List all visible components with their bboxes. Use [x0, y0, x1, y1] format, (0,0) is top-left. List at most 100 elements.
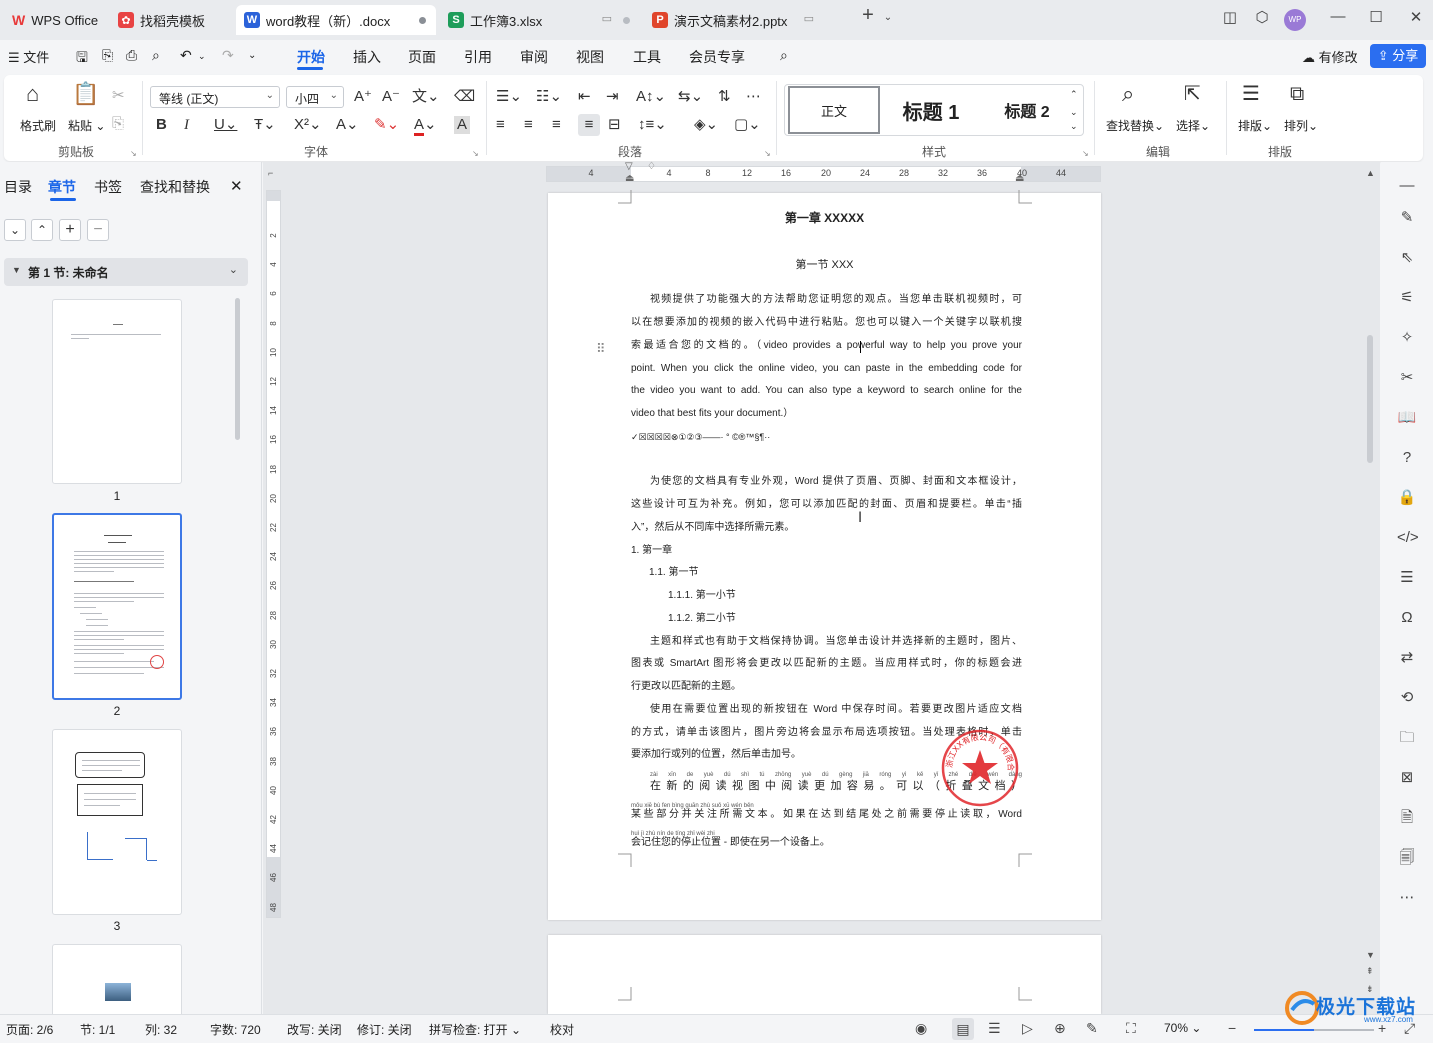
page-thumbnail-4[interactable] [52, 944, 182, 1014]
font-color-icon[interactable]: A⌄ [414, 116, 437, 136]
status-column[interactable]: 列: 32 [145, 1021, 177, 1038]
menu-home[interactable]: 开始 [297, 47, 325, 67]
text-direction-icon[interactable]: A↕⌄ [636, 88, 666, 106]
status-page[interactable]: 页面: 2/6 [6, 1021, 53, 1038]
tab-template[interactable]: ✿ 找稻壳模板 [110, 5, 232, 35]
italic-icon[interactable]: I [184, 116, 189, 134]
search-icon[interactable]: ⌕ [780, 47, 788, 64]
select-button[interactable]: 选择⌄ [1176, 117, 1210, 134]
style-heading-2[interactable]: 标题 2 [984, 86, 1070, 134]
grow-font-icon[interactable]: A⁺ [354, 88, 372, 106]
clear-format-icon[interactable]: ⌫ [454, 88, 475, 106]
more-icon[interactable]: ⋯ [1397, 888, 1417, 908]
text-effect-icon[interactable]: A⌄ [336, 116, 359, 134]
tab-wps-office[interactable]: W WPS Office [4, 5, 104, 35]
style-heading-1[interactable]: 标题 1 [886, 86, 976, 134]
paste-button[interactable]: 粘贴 ⌄ [68, 117, 105, 134]
ruler-corner-icon[interactable]: ⌐ [268, 168, 273, 178]
border-icon[interactable]: ▢⌄ [734, 116, 761, 134]
layout-button[interactable]: 排版⌄ [1238, 117, 1272, 134]
menu-insert[interactable]: 插入 [353, 47, 381, 67]
zoom-out-icon[interactable]: − [1228, 1020, 1236, 1036]
redo-icon[interactable]: ↷ [222, 47, 234, 64]
tab-sections[interactable]: 章节 [48, 177, 76, 197]
doc-check-icon[interactable]: 🗎 [1397, 808, 1417, 828]
zoom-in-icon[interactable]: + [1378, 1020, 1386, 1036]
cut-icon[interactable]: ✂ [112, 87, 125, 105]
tab-toc[interactable]: 目录 [4, 177, 32, 197]
document-page[interactable]: ⠿ 第一章 XXXXX 第一节 XXX 视频提供了功能强大的方法帮助您证明您的观… [548, 190, 1101, 920]
dialog-launcher-icon[interactable]: ↘ [130, 145, 137, 163]
phonetic-guide-icon[interactable]: 文⌄ [412, 88, 440, 106]
zoom-level[interactable]: 70% ⌄ [1164, 1021, 1201, 1035]
decrease-indent-icon[interactable]: ⇤ [578, 88, 591, 106]
first-line-indent-marker-icon[interactable]: ▽ [625, 161, 633, 172]
menu-review[interactable]: 审阅 [520, 47, 548, 67]
document-page-next[interactable] [548, 935, 1101, 1014]
help-icon[interactable]: ? [1397, 448, 1417, 468]
status-track-changes[interactable]: 修订: 关闭 [357, 1021, 412, 1038]
section-header[interactable]: ▼ 第 1 节: 未命名 ⌄ [4, 258, 248, 286]
select-cursor-icon[interactable]: ⇱ [1184, 84, 1201, 104]
bold-icon[interactable]: B [156, 116, 167, 134]
eye-icon[interactable]: ◉ [915, 1020, 927, 1037]
style-scroll-up-icon[interactable]: ⌃ [1070, 85, 1078, 103]
status-word-count[interactable]: 字数: 720 [210, 1021, 261, 1038]
tab-xlsx[interactable]: S 工作簿3.xlsx ▭ [440, 5, 640, 35]
numbered-list-icon[interactable]: ☷⌄ [536, 88, 562, 106]
font-name-select[interactable]: 等线 (正文) ⌄ [150, 86, 280, 108]
dialog-launcher-icon[interactable]: ↘ [1082, 145, 1089, 163]
minimize-icon[interactable]: — [1326, 8, 1350, 25]
dialog-launcher-icon[interactable]: ↘ [472, 145, 479, 163]
remove-section-icon[interactable]: − [87, 219, 109, 241]
layout-icon[interactable]: ◫ [1218, 8, 1242, 26]
drag-handle-icon[interactable]: ⠿ [596, 341, 606, 357]
arrange-button[interactable]: 排列⌄ [1284, 117, 1318, 134]
table-x-icon[interactable]: ⊠ [1397, 768, 1417, 788]
right-indent-marker-icon[interactable]: ⏏ [1015, 173, 1024, 184]
page-thumbnail-2[interactable] [52, 513, 182, 700]
sort-icon[interactable]: ⇆⌄ [678, 88, 703, 106]
translate-icon[interactable]: ⇄ [1397, 648, 1417, 668]
fit-page-icon[interactable]: ⛶ [1126, 1020, 1136, 1037]
menu-member[interactable]: 会员专享 [689, 47, 745, 67]
play-icon[interactable]: ▷ [1022, 1020, 1033, 1037]
ai-icon[interactable]: ✧ [1397, 328, 1417, 348]
chevron-down-icon[interactable]: ⌄ [4, 219, 26, 241]
status-proofread[interactable]: 校对 [550, 1021, 574, 1038]
horizontal-ruler[interactable]: 4 4 8 12 16 20 24 28 32 36 40 44 ▽ ♢ ⏏ ⏏ [546, 161, 1101, 184]
save-icon[interactable]: 🖫 [76, 47, 88, 71]
font-size-select[interactable]: 小四 ⌄ [286, 86, 344, 108]
align-left-icon[interactable]: ≡ [496, 116, 505, 134]
history-icon[interactable]: ⟲ [1397, 688, 1417, 708]
format-painter-button[interactable]: 格式刷 [20, 117, 56, 134]
collapse-icon[interactable]: — [1397, 176, 1417, 196]
scrollbar-thumb[interactable] [1367, 335, 1373, 463]
sliders-icon[interactable]: ⚟ [1397, 288, 1417, 308]
bullet-list-icon[interactable]: ☰⌄ [496, 88, 522, 106]
justify-icon[interactable]: ≡ [578, 114, 600, 136]
tab-find-replace[interactable]: 查找和替换 [140, 177, 210, 197]
arrange-icon[interactable]: ⧉ [1290, 84, 1304, 104]
style-normal[interactable]: 正文 [788, 86, 880, 134]
close-icon[interactable]: ✕ [1404, 8, 1428, 26]
print-preview-icon[interactable]: ⌕ [152, 47, 160, 64]
vertical-ruler[interactable]: 2 4 6 8 10 12 14 16 18 20 22 24 26 28 30 32 34 36 38 40 42 44… [266, 190, 281, 918]
increase-indent-icon[interactable]: ⇥ [606, 88, 619, 106]
scroll-down-icon[interactable]: ▼ [1366, 950, 1375, 960]
scrollbar-thumb[interactable] [235, 298, 240, 440]
superscript-icon[interactable]: X²⌄ [294, 116, 322, 134]
status-spell-check[interactable]: 拼写检查: 打开 ⌄ [429, 1021, 521, 1038]
page-thumbnail-3[interactable] [52, 729, 182, 915]
web-view-icon[interactable]: ⊕ [1054, 1020, 1066, 1037]
more-chevron-icon[interactable]: ⌄ [248, 50, 256, 61]
list-icon[interactable]: ☰ [1397, 568, 1417, 588]
align-center-icon[interactable]: ≡ [524, 116, 533, 134]
outline-view-icon[interactable]: ☰ [988, 1020, 1001, 1037]
doc-search-icon[interactable]: 🗐 [1397, 848, 1417, 868]
layout-typeset-icon[interactable]: ☰ [1242, 84, 1260, 104]
file-menu[interactable]: ☰ 文件 [8, 47, 49, 66]
add-section-icon[interactable]: + [59, 219, 81, 241]
style-more-icon[interactable]: ⌄ [1070, 117, 1078, 135]
pen-view-icon[interactable]: ✎ [1086, 1020, 1098, 1037]
